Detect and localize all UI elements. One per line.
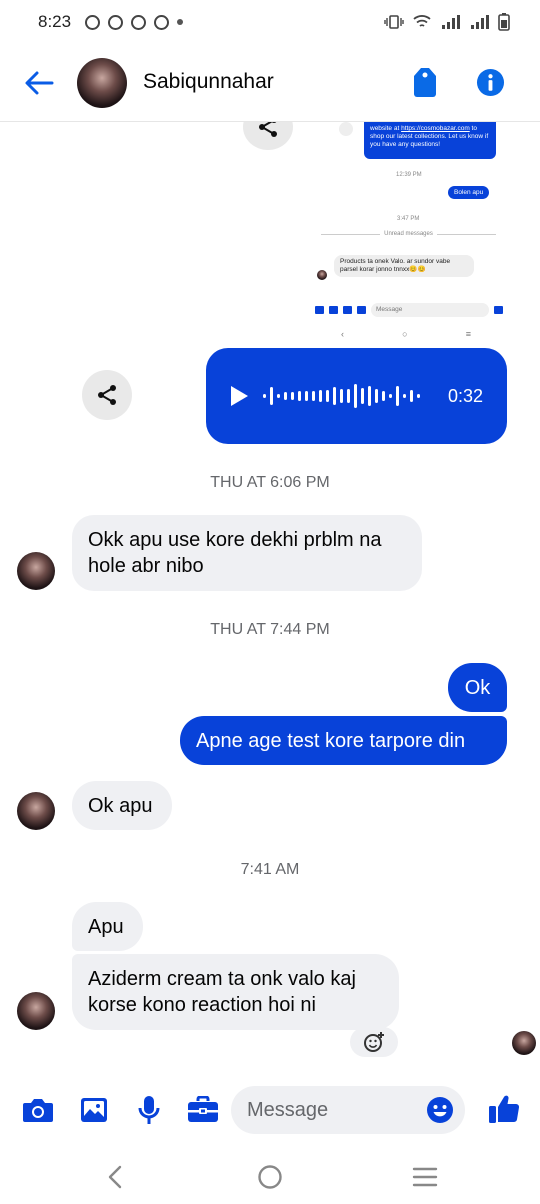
vibrate-icon — [384, 15, 404, 29]
screenshot-timestamp-2: 3:47 PM — [397, 216, 420, 222]
add-reaction-button[interactable] — [350, 1027, 398, 1057]
screenshot-bubble-prefix: website at — [370, 125, 400, 132]
notification-dot-icon — [177, 19, 184, 25]
camera-icon — [23, 1099, 53, 1122]
messenger-icon — [108, 14, 124, 30]
screenshot-message-field: Message — [371, 303, 489, 317]
nav-recents-icon[interactable] — [410, 1162, 440, 1192]
briefcase-button[interactable] — [186, 1093, 220, 1127]
timestamp-divider-3: 7:41 AM — [240, 861, 300, 878]
sender-avatar[interactable] — [17, 552, 55, 590]
wifi-icon — [413, 15, 431, 27]
mic-icon — [343, 306, 352, 314]
sender-avatar-2[interactable] — [17, 792, 55, 830]
nav-home-icon[interactable] — [255, 1162, 285, 1192]
screenshot-sent-bubble: website at https://cosmobazar.com to sho… — [364, 122, 496, 159]
screenshot-unread-divider: Unread messages — [321, 231, 496, 241]
emoji-icon[interactable] — [426, 1096, 454, 1124]
add-reaction-icon — [364, 1032, 384, 1052]
chat-header: Sabiqunnahar — [0, 44, 540, 122]
like-icon — [494, 306, 503, 314]
screenshot-received-bubble: Products ta onek Valo. ar sundor vabe pa… — [334, 255, 474, 277]
contact-name[interactable]: Sabiqunnahar — [143, 70, 274, 94]
system-nav-bar — [0, 1148, 540, 1204]
image-icon — [81, 1098, 107, 1122]
received-message-1[interactable]: Okk apu use kore dekhi prblm na hole abr… — [72, 515, 422, 591]
timestamp-divider-2: THU AT 7:44 PM — [210, 621, 330, 638]
back-arrow-icon[interactable] — [24, 68, 54, 98]
info-icon[interactable] — [476, 68, 505, 97]
received-message-3[interactable]: Apu — [72, 902, 143, 951]
gallery-button[interactable] — [77, 1093, 111, 1127]
signal-icon — [442, 15, 460, 29]
recents-nav-icon: ≡ — [465, 329, 471, 339]
image-icon — [329, 306, 338, 314]
received-message-4[interactable]: Aziderm cream ta onk valo kaj korse kono… — [72, 954, 399, 1030]
contact-avatar[interactable] — [77, 58, 127, 108]
message-composer — [0, 1080, 540, 1142]
screenshot-avatar — [317, 270, 327, 280]
thumbs-up-icon — [489, 1095, 520, 1123]
home-nav-icon: ○ — [402, 329, 408, 339]
audio-waveform[interactable] — [263, 381, 433, 411]
share-icon — [339, 122, 353, 136]
screenshot-sent-bubble-2: Bolen apu — [448, 186, 490, 199]
like-button[interactable] — [487, 1092, 521, 1126]
voice-duration: 0:32 — [448, 386, 484, 406]
share-button-2[interactable] — [82, 370, 132, 420]
share-icon — [98, 385, 116, 405]
briefcase-icon — [188, 1096, 218, 1122]
status-bar: 8:23 — [0, 0, 540, 44]
voice-record-button[interactable] — [132, 1093, 166, 1127]
whatsapp-icon — [131, 14, 147, 30]
tag-icon[interactable] — [411, 66, 439, 98]
screenshot-nav: ‹ ○ ≡ — [341, 329, 471, 339]
signal-2-icon — [471, 15, 489, 29]
sent-message-1[interactable]: Ok — [448, 663, 507, 712]
timestamp-divider: THU AT 6:06 PM — [210, 474, 330, 491]
screenshot-composer: Message — [315, 302, 503, 318]
voice-message[interactable]: 0:32 — [206, 348, 507, 444]
seen-avatar — [512, 1031, 536, 1055]
camera-icon — [315, 306, 324, 314]
viber-icon — [154, 14, 170, 30]
sender-avatar-3[interactable] — [17, 992, 55, 1030]
camera-button[interactable] — [21, 1093, 55, 1127]
nav-back-icon[interactable] — [100, 1162, 130, 1192]
battery-icon — [498, 13, 510, 31]
unread-label: Unread messages — [380, 231, 437, 237]
screenshot-timestamp: 12:39 PM — [396, 172, 422, 178]
shared-screenshot-image[interactable]: website at https://cosmobazar.com to sho… — [311, 122, 507, 346]
received-message-2[interactable]: Ok apu — [72, 781, 172, 830]
status-time: 8:23 — [38, 12, 72, 31]
sent-message-2[interactable]: Apne age test kore tarpore din — [180, 716, 507, 765]
microphone-icon — [138, 1096, 160, 1124]
facebook-icon — [85, 14, 101, 30]
briefcase-icon — [357, 306, 366, 314]
back-nav-icon: ‹ — [341, 329, 344, 339]
screenshot-link: https://cosmobazar.com — [401, 125, 470, 132]
play-icon[interactable] — [229, 385, 249, 407]
